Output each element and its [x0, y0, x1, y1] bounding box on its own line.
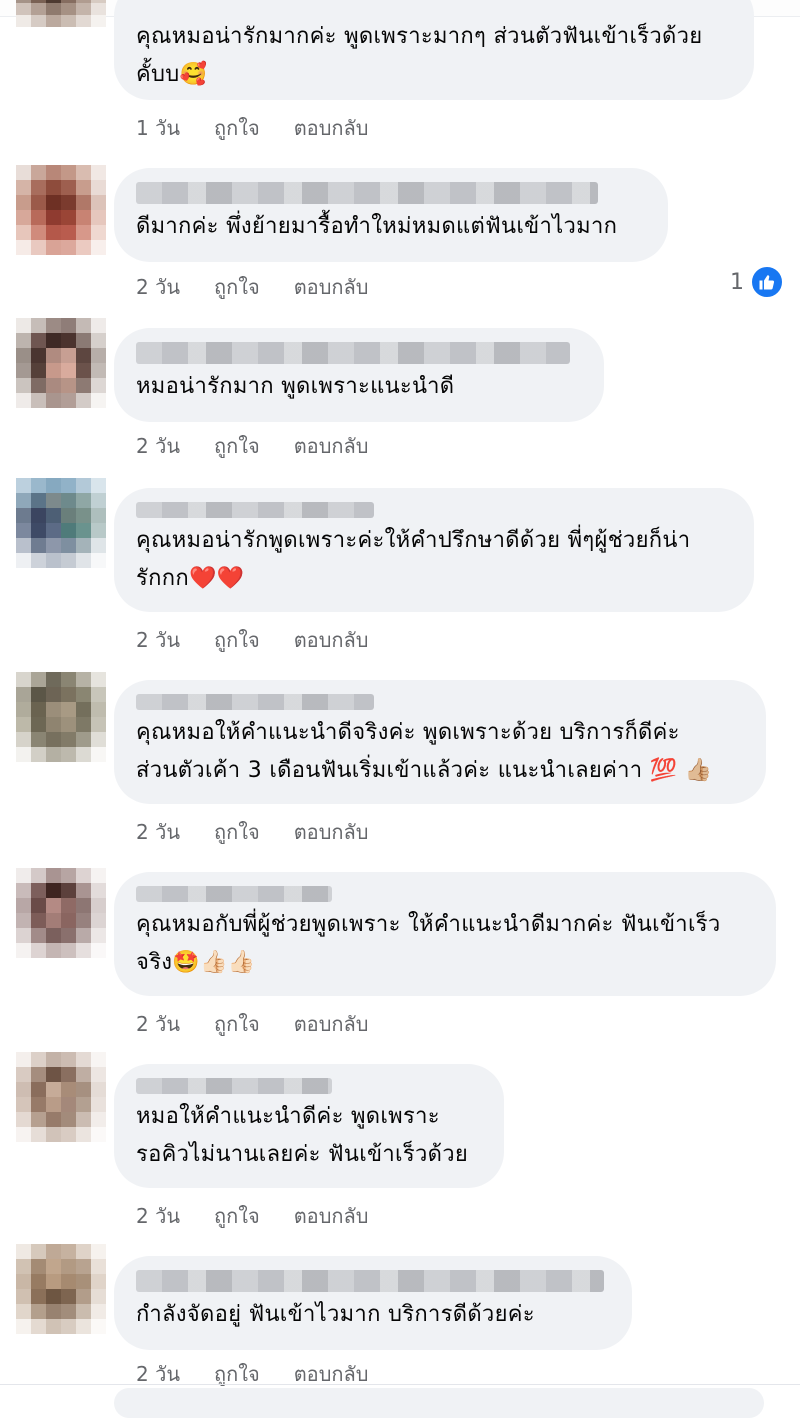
author-name-blurred[interactable] [136, 502, 374, 518]
comment-bubble: คุณหมอน่ารักพูดเพราะค่ะให้คำปรึกษาดีด้วย… [114, 488, 754, 612]
reaction-summary[interactable]: 1 [730, 265, 784, 299]
avatar[interactable] [16, 318, 106, 408]
comment-text: หมอน่ารักมาก พูดเพราะแนะนำดี [136, 374, 455, 399]
comment-time[interactable]: 2 วัน [136, 271, 180, 303]
reply-button[interactable]: ตอบกลับ [294, 271, 369, 303]
reply-button[interactable]: ตอบกลับ [294, 112, 369, 144]
comment-actions: 2 วัน ถูกใจ ตอบกลับ [136, 430, 368, 462]
comment-text-line1: คุณหมอน่ารักพูดเพราะค่ะให้คำปรึกษาดีด้วย… [136, 528, 691, 553]
comment-actions: 2 วัน ถูกใจ ตอบกลับ [136, 271, 368, 303]
hundred-emoji: 💯 👍🏼 [649, 758, 713, 783]
heart-emoji: ❤️❤️ [188, 566, 245, 591]
comment-time[interactable]: 2 วัน [136, 430, 180, 462]
like-button[interactable]: ถูกใจ [214, 1358, 260, 1390]
like-button[interactable]: ถูกใจ [214, 112, 260, 144]
avatar[interactable] [16, 165, 106, 255]
comment-time[interactable]: 2 วัน [136, 624, 180, 656]
comment-actions: 2 วัน ถูกใจ ตอบกลับ [136, 1358, 368, 1390]
avatar[interactable] [16, 672, 106, 762]
comment-text-line1: คุณหมอน่ารักมากค่ะ พูดเพราะมากๆ ส่วนตัวฟ… [136, 24, 703, 49]
author-name-blurred[interactable] [136, 886, 332, 902]
comment-actions: 1 วัน ถูกใจ ตอบกลับ [136, 112, 368, 144]
avatar[interactable] [16, 478, 106, 568]
comment-bubble: กำลังจัดอยู่ ฟันเข้าไวมาก บริการดีด้วยค่… [114, 1256, 632, 1350]
next-comment-bubble-partial [114, 1388, 764, 1418]
like-button[interactable]: ถูกใจ [214, 816, 260, 848]
author-name-blurred[interactable] [136, 342, 570, 364]
avatar[interactable] [16, 1244, 106, 1334]
thumbs-up-icon [750, 265, 784, 299]
like-button[interactable]: ถูกใจ [214, 271, 260, 303]
avatar[interactable] [16, 868, 106, 958]
reply-button[interactable]: ตอบกลับ [294, 1358, 369, 1390]
comment-bubble: ดีมากค่ะ พึ่งย้ายมารื้อทำใหม่หมดแต่ฟันเข… [114, 168, 668, 262]
like-button[interactable]: ถูกใจ [214, 624, 260, 656]
avatar[interactable] [16, 1052, 106, 1142]
comment-text-line2: ส่วนตัวเค้า 3 เดือนฟันเริ่มเข้าแล้วค่ะ แ… [136, 758, 650, 783]
comment-time[interactable]: 2 วัน [136, 816, 180, 848]
comment-actions: 2 วัน ถูกใจ ตอบกลับ [136, 1200, 368, 1232]
author-name-blurred[interactable] [136, 694, 374, 710]
comment-text-line2: รักกก [136, 566, 189, 591]
author-name-blurred[interactable] [136, 182, 598, 204]
comment-bubble: หมอให้คำแนะนำดีค่ะ พูดเพราะ รอคิวไม่นานเ… [114, 1064, 504, 1188]
reply-button[interactable]: ตอบกลับ [294, 1200, 369, 1232]
emoji: 🥰 [179, 62, 208, 87]
comment-bubble: คุณหมอกับพี่ผู้ช่วยพูดเพราะ ให้คำแนะนำดี… [114, 872, 776, 996]
comment-bubble: คุณหมอน่ารักมากค่ะ พูดเพราะมากๆ ส่วนตัวฟ… [114, 0, 754, 100]
comment-actions: 2 วัน ถูกใจ ตอบกลับ [136, 624, 368, 656]
comment-text-line2: คั้บบ [136, 62, 180, 87]
author-name-blurred[interactable] [136, 1078, 332, 1094]
comment-time[interactable]: 1 วัน [136, 112, 180, 144]
comment-text: ดีมากค่ะ พึ่งย้ายมารื้อทำใหม่หมดแต่ฟันเข… [136, 214, 618, 239]
reply-button[interactable]: ตอบกลับ [294, 1008, 369, 1040]
comment-text-line1: คุณหมอให้คำแนะนำดีจริงค่ะ พูดเพราะด้วย บ… [136, 720, 680, 745]
comment-text-line1: หมอให้คำแนะนำดีค่ะ พูดเพราะ [136, 1104, 440, 1129]
comment-text: กำลังจัดอยู่ ฟันเข้าไวมาก บริการดีด้วยค่… [136, 1302, 535, 1327]
comment-text-line2: รอคิวไม่นานเลยค่ะ ฟันเข้าเร็วด้วย [136, 1142, 469, 1167]
reply-button[interactable]: ตอบกลับ [294, 430, 369, 462]
comment-actions: 2 วัน ถูกใจ ตอบกลับ [136, 1008, 368, 1040]
like-button[interactable]: ถูกใจ [214, 430, 260, 462]
reply-button[interactable]: ตอบกลับ [294, 816, 369, 848]
star-struck-emoji: 🤩👍🏻👍🏻 [172, 950, 256, 975]
reaction-count: 1 [730, 269, 744, 295]
comment-text-line2: จริง [136, 950, 173, 975]
avatar[interactable] [16, 0, 106, 50]
comment-text-line1: คุณหมอกับพี่ผู้ช่วยพูดเพราะ ให้คำแนะนำดี… [136, 912, 721, 937]
reply-button[interactable]: ตอบกลับ [294, 624, 369, 656]
comment-bubble: คุณหมอให้คำแนะนำดีจริงค่ะ พูดเพราะด้วย บ… [114, 680, 766, 804]
comment-bubble: หมอน่ารักมาก พูดเพราะแนะนำดี [114, 328, 604, 422]
comment-time[interactable]: 2 วัน [136, 1200, 180, 1232]
like-button[interactable]: ถูกใจ [214, 1200, 260, 1232]
bottom-divider [0, 1384, 800, 1385]
like-button[interactable]: ถูกใจ [214, 1008, 260, 1040]
author-name-blurred[interactable] [136, 1270, 604, 1292]
comment-time[interactable]: 2 วัน [136, 1358, 180, 1390]
comment-actions: 2 วัน ถูกใจ ตอบกลับ [136, 816, 368, 848]
comment-time[interactable]: 2 วัน [136, 1008, 180, 1040]
